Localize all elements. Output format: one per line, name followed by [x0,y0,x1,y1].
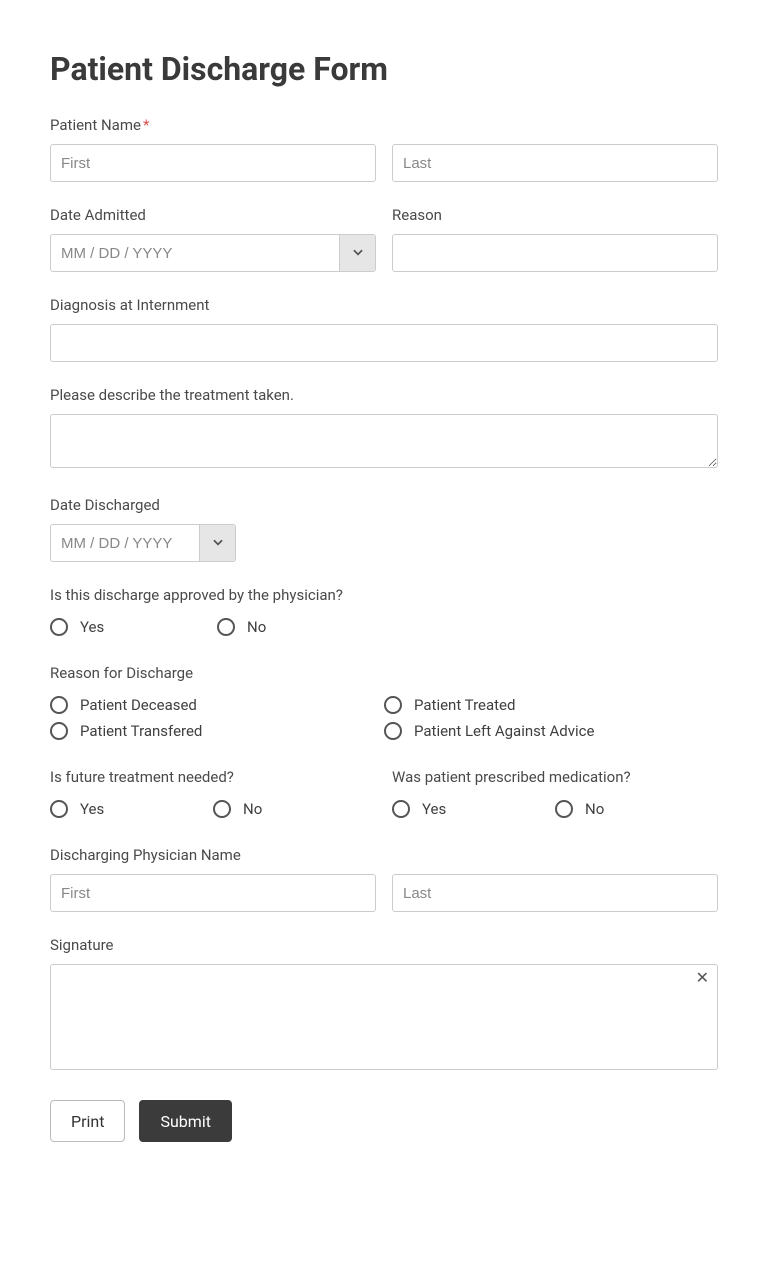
future-yes-radio[interactable]: Yes [50,800,213,818]
chevron-down-icon [211,535,225,552]
physician-name-label: Discharging Physician Name [50,846,718,864]
radio-icon [213,800,231,818]
radio-icon [50,722,68,740]
required-asterisk: * [143,116,149,134]
medication-label: Was patient prescribed medication? [392,768,718,786]
diagnosis-label: Diagnosis at Internment [50,296,718,314]
radio-icon [384,722,402,740]
reason-against-advice-radio[interactable]: Patient Left Against Advice [384,722,718,740]
reason-transfered-radio[interactable]: Patient Transfered [50,722,384,740]
treatment-textarea[interactable] [50,414,718,468]
medication-yes-radio[interactable]: Yes [392,800,555,818]
close-icon: ✕ [696,970,709,987]
reason-treated-radio[interactable]: Patient Treated [384,696,718,714]
patient-name-label: Patient Name* [50,116,718,134]
future-treatment-label: Is future treatment needed? [50,768,376,786]
page-title: Patient Discharge Form [50,50,718,88]
date-admitted-picker-button[interactable] [339,235,375,271]
radio-icon [392,800,410,818]
date-admitted-input[interactable] [51,235,339,271]
radio-icon [50,800,68,818]
treatment-label: Please describe the treatment taken. [50,386,718,404]
signature-label: Signature [50,936,718,954]
chevron-down-icon [351,245,365,262]
reason-label: Reason [392,206,718,224]
reason-deceased-radio[interactable]: Patient Deceased [50,696,384,714]
radio-icon [384,696,402,714]
physician-first-input[interactable] [50,874,376,912]
approved-label: Is this discharge approved by the physic… [50,586,718,604]
patient-last-input[interactable] [392,144,718,182]
radio-icon [217,618,235,636]
date-discharged-input[interactable] [51,525,199,561]
reason-input[interactable] [392,234,718,272]
future-no-radio[interactable]: No [213,800,376,818]
date-admitted-label: Date Admitted [50,206,376,224]
date-discharged-picker-button[interactable] [199,525,235,561]
reason-discharge-label: Reason for Discharge [50,664,718,682]
submit-button[interactable]: Submit [139,1100,231,1142]
medication-no-radio[interactable]: No [555,800,718,818]
radio-icon [50,618,68,636]
approved-yes-radio[interactable]: Yes [50,618,217,636]
print-button[interactable]: Print [50,1100,125,1142]
patient-first-input[interactable] [50,144,376,182]
signature-pad[interactable]: ✕ [50,964,718,1070]
signature-clear-button[interactable]: ✕ [696,971,709,987]
date-discharged-label: Date Discharged [50,496,718,514]
radio-icon [555,800,573,818]
diagnosis-input[interactable] [50,324,718,362]
approved-no-radio[interactable]: No [217,618,384,636]
physician-last-input[interactable] [392,874,718,912]
radio-icon [50,696,68,714]
